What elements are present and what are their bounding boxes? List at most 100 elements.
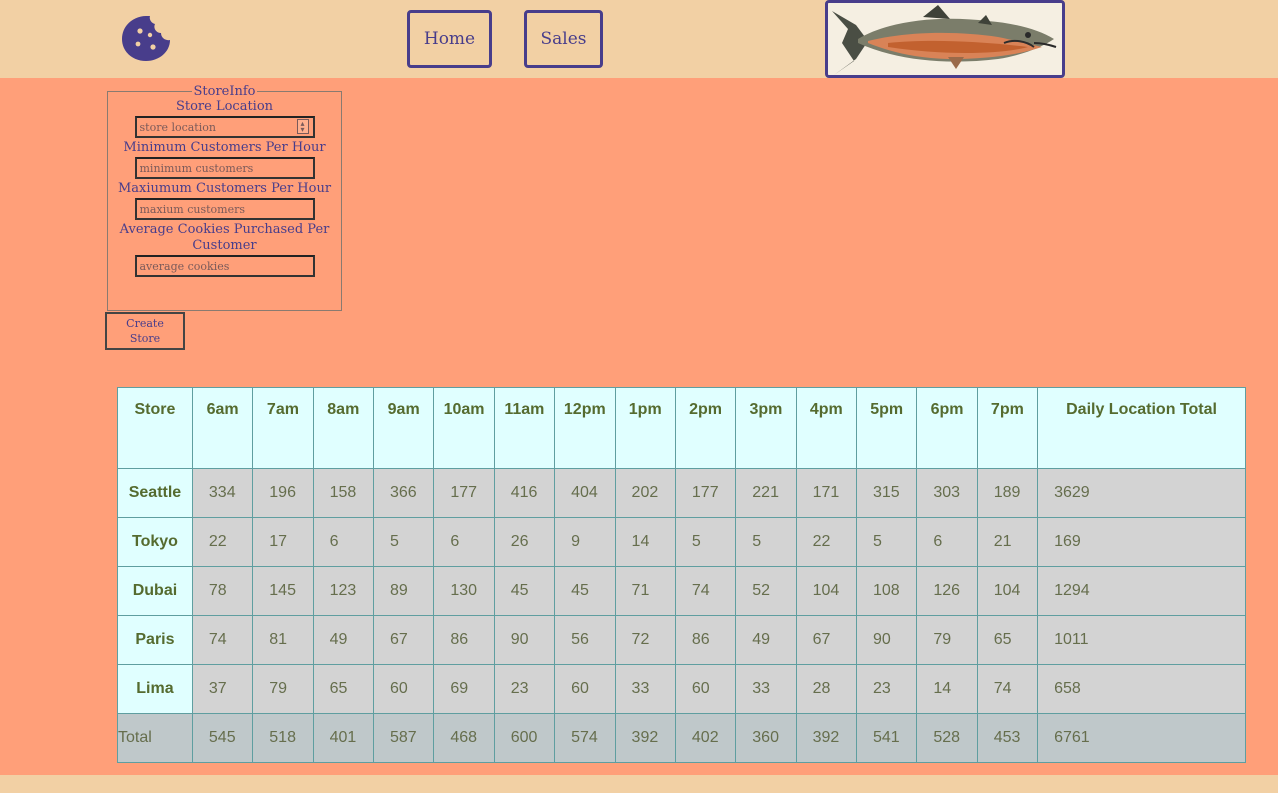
column-header-hour: 5pm bbox=[855, 387, 918, 469]
sales-cell: 45 bbox=[554, 566, 616, 616]
sales-cell: 126 bbox=[916, 566, 978, 616]
sales-cell: 79 bbox=[252, 664, 314, 714]
hourly-total-cell: 468 bbox=[433, 713, 495, 763]
sales-cell: 104 bbox=[976, 566, 1039, 616]
sales-cell: 334 bbox=[191, 468, 254, 518]
hourly-total-cell: 518 bbox=[252, 713, 314, 763]
sales-cell: 60 bbox=[554, 664, 616, 714]
store-location-wrap: ▴▾ bbox=[134, 116, 315, 138]
sales-cell: 404 bbox=[554, 468, 616, 518]
cookie-icon[interactable] bbox=[120, 13, 172, 63]
sales-cell: 177 bbox=[433, 468, 495, 518]
hourly-total-cell: 392 bbox=[614, 713, 676, 763]
sales-cell: 67 bbox=[372, 615, 435, 665]
sales-cell: 71 bbox=[614, 566, 676, 616]
sales-cell: 90 bbox=[493, 615, 556, 665]
daily-total-cell: 3629 bbox=[1037, 468, 1246, 518]
nav-sales-link[interactable]: Sales bbox=[524, 10, 603, 68]
sales-cell: 6 bbox=[916, 517, 978, 567]
sales-cell: 5 bbox=[674, 517, 737, 567]
row-header-store: Dubai bbox=[117, 566, 193, 616]
sales-cell: 202 bbox=[614, 468, 676, 518]
create-store-button[interactable]: Create Store bbox=[105, 312, 185, 350]
sales-cell: 49 bbox=[735, 615, 797, 665]
sales-cell: 74 bbox=[674, 566, 737, 616]
salmon-fish-image bbox=[828, 3, 1062, 75]
row-header-store: Lima bbox=[117, 664, 193, 714]
hourly-total-cell: 402 bbox=[674, 713, 737, 763]
hourly-total-cell: 392 bbox=[795, 713, 857, 763]
column-header-hour: 4pm bbox=[795, 387, 857, 469]
sales-cell: 23 bbox=[493, 664, 556, 714]
nav-home-link[interactable]: Home bbox=[407, 10, 492, 68]
sales-cell: 60 bbox=[372, 664, 435, 714]
totals-row: Total 545 518 401 587 468 600 574 392 402 360 392 54… bbox=[117, 713, 1246, 763]
sales-cell: 145 bbox=[252, 566, 314, 616]
hourly-total-cell: 587 bbox=[372, 713, 435, 763]
avg-cookies-input[interactable] bbox=[134, 255, 315, 277]
hourly-total-cell: 541 bbox=[855, 713, 918, 763]
sales-cell: 22 bbox=[191, 517, 254, 567]
sales-cell: 33 bbox=[614, 664, 676, 714]
max-customers-input[interactable] bbox=[134, 198, 315, 220]
column-header-hour: 9am bbox=[372, 387, 435, 469]
sales-cell: 189 bbox=[976, 468, 1039, 518]
sales-cell: 69 bbox=[433, 664, 495, 714]
grand-total-cell: 6761 bbox=[1037, 713, 1246, 763]
sales-cell: 74 bbox=[191, 615, 254, 665]
hourly-total-cell: 528 bbox=[916, 713, 978, 763]
sales-cell: 72 bbox=[614, 615, 676, 665]
sales-cell: 21 bbox=[976, 517, 1039, 567]
hourly-total-cell: 545 bbox=[191, 713, 254, 763]
sales-cell: 171 bbox=[795, 468, 857, 518]
column-header-hour: 12pm bbox=[554, 387, 616, 469]
column-header-hour: 2pm bbox=[674, 387, 737, 469]
sales-cell: 221 bbox=[735, 468, 797, 518]
avg-cookies-label: Average Cookies Purchased Per Customer bbox=[119, 222, 330, 253]
column-header-daily-total: Daily Location Total bbox=[1037, 387, 1246, 469]
max-customers-label: Maxiumum Customers Per Hour bbox=[117, 181, 332, 196]
sales-cell: 89 bbox=[372, 566, 435, 616]
sales-cell: 5 bbox=[372, 517, 435, 567]
sales-cell: 366 bbox=[372, 468, 435, 518]
store-info-fieldset: StoreInfo Store Location ▴▾ Minimum Cust… bbox=[107, 84, 342, 311]
column-header-hour: 8am bbox=[312, 387, 374, 469]
sales-cell: 74 bbox=[976, 664, 1039, 714]
hourly-total-cell: 401 bbox=[312, 713, 374, 763]
column-header-hour: 7pm bbox=[976, 387, 1039, 469]
table-row: Seattle 334 196 158 366 177 416 404 202 177 221 171… bbox=[117, 468, 1246, 518]
row-header-store: Paris bbox=[117, 615, 193, 665]
sales-cell: 49 bbox=[312, 615, 374, 665]
sales-cell: 33 bbox=[735, 664, 797, 714]
sales-cell: 86 bbox=[433, 615, 495, 665]
min-customers-input[interactable] bbox=[134, 157, 315, 179]
sales-cell: 303 bbox=[916, 468, 978, 518]
daily-total-cell: 169 bbox=[1037, 517, 1246, 567]
column-header-hour: 11am bbox=[493, 387, 556, 469]
store-location-input[interactable] bbox=[134, 116, 315, 138]
main-content: StoreInfo Store Location ▴▾ Minimum Cust… bbox=[0, 78, 1278, 775]
sales-cell: 6 bbox=[433, 517, 495, 567]
sales-cell: 23 bbox=[855, 664, 918, 714]
row-header-store: Seattle bbox=[117, 468, 193, 518]
table-row: Lima 37 79 65 60 69 23 60 33 60 33 28 23 14 74 658 bbox=[117, 664, 1246, 714]
sales-cell: 56 bbox=[554, 615, 616, 665]
store-info-legend: StoreInfo bbox=[193, 84, 256, 99]
sales-cell: 81 bbox=[252, 615, 314, 665]
hourly-total-cell: 453 bbox=[976, 713, 1039, 763]
spinner-icon[interactable]: ▴ ▾ bbox=[296, 119, 309, 134]
table-header-row: Store 6am 7am 8am 9am 10am 11am 12pm 1pm 2pm 3pm 4p… bbox=[117, 387, 1246, 469]
sales-cell: 416 bbox=[493, 468, 556, 518]
daily-total-cell: 658 bbox=[1037, 664, 1246, 714]
hourly-total-cell: 574 bbox=[554, 713, 616, 763]
sales-cell: 17 bbox=[252, 517, 314, 567]
sales-cell: 22 bbox=[795, 517, 857, 567]
sales-cell: 196 bbox=[252, 468, 314, 518]
sales-cell: 28 bbox=[795, 664, 857, 714]
store-location-label: Store Location bbox=[175, 99, 274, 114]
sales-cell: 65 bbox=[312, 664, 374, 714]
sales-cell: 104 bbox=[795, 566, 857, 616]
table-row: Dubai 78 145 123 89 130 45 45 71 74 52 104 108 126 104… bbox=[117, 566, 1246, 616]
sales-cell: 130 bbox=[433, 566, 495, 616]
daily-total-cell: 1294 bbox=[1037, 566, 1246, 616]
